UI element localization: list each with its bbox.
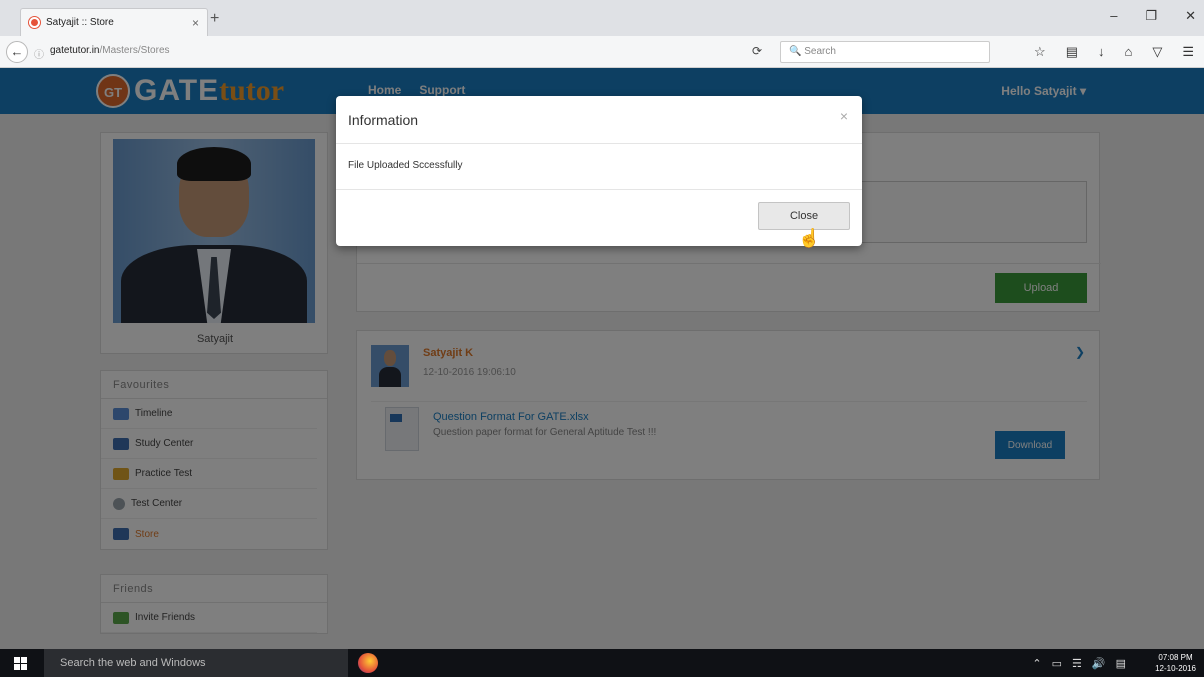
close-window-button[interactable]: ✕	[1185, 8, 1196, 24]
browser-tab-bar: Satyajit :: Store × + – ❐ ✕	[0, 0, 1204, 36]
tab-title: Satyajit :: Store	[46, 17, 114, 28]
battery-icon[interactable]: ▭	[1052, 657, 1062, 670]
windows-taskbar: Search the web and Windows ⌃ ▭ ☴ 🔊 ▤ 07:…	[0, 649, 1204, 677]
modal-message: File Uploaded Sccessfully	[336, 144, 862, 190]
modal-title: Information	[348, 112, 419, 128]
information-dialog: Information × File Uploaded Sccessfully …	[336, 96, 862, 246]
home-icon[interactable]: ⌂	[1124, 44, 1132, 60]
network-icon[interactable]: ☴	[1072, 657, 1082, 670]
minimize-button[interactable]: –	[1110, 8, 1117, 24]
back-button[interactable]: ←	[6, 41, 28, 63]
search-placeholder: Search	[804, 46, 836, 57]
clock-date: 12-10-2016	[1155, 664, 1196, 673]
browser-tab[interactable]: Satyajit :: Store ×	[20, 8, 208, 36]
modal-footer: Close	[336, 190, 862, 244]
chevron-up-icon[interactable]: ⌃	[1032, 657, 1041, 670]
new-tab-button[interactable]: +	[210, 10, 219, 28]
system-tray: ⌃ ▭ ☴ 🔊 ▤	[1032, 657, 1126, 670]
firefox-icon[interactable]	[358, 653, 378, 673]
address-bar[interactable]: gatetutor.in/Masters/Stores	[50, 45, 170, 56]
pocket-icon[interactable]: ▽	[1152, 44, 1162, 60]
taskbar-clock[interactable]: 07:08 PM 12-10-2016	[1155, 652, 1196, 674]
search-icon: 🔍	[789, 46, 802, 57]
star-icon[interactable]: ☆	[1034, 44, 1046, 60]
reload-icon[interactable]: ⟳	[752, 44, 762, 58]
browser-nav-bar: ← ⓘ gatetutor.in/Masters/Stores ⟳ 🔍 Sear…	[0, 36, 1204, 68]
close-icon[interactable]: ×	[840, 108, 848, 124]
site-info-icon[interactable]: ⓘ	[34, 46, 44, 61]
modal-header: Information ×	[336, 96, 862, 144]
window-controls: – ❐ ✕	[1110, 8, 1196, 24]
taskbar-search[interactable]: Search the web and Windows	[44, 649, 348, 677]
notification-icon[interactable]: ▤	[1116, 657, 1126, 670]
volume-icon[interactable]: 🔊	[1092, 657, 1106, 670]
url-path: /Masters/Stores	[99, 45, 170, 56]
windows-start-icon[interactable]	[14, 657, 27, 670]
favicon-icon	[29, 17, 40, 28]
menu-icon[interactable]: ☰	[1182, 44, 1194, 60]
toolbar-icons: ☆ ▤ ↓ ⌂ ▽ ☰	[1034, 44, 1194, 60]
clock-time: 07:08 PM	[1158, 653, 1193, 662]
tab-close-icon[interactable]: ×	[192, 16, 199, 30]
reader-icon[interactable]: ▤	[1066, 44, 1078, 60]
maximize-button[interactable]: ❐	[1145, 8, 1157, 24]
download-icon[interactable]: ↓	[1098, 44, 1105, 60]
close-button[interactable]: Close	[758, 202, 850, 230]
hand-cursor-icon: ☝	[798, 228, 821, 248]
url-domain: gatetutor.in	[50, 45, 100, 56]
browser-search-input[interactable]: 🔍 Search	[780, 41, 990, 63]
